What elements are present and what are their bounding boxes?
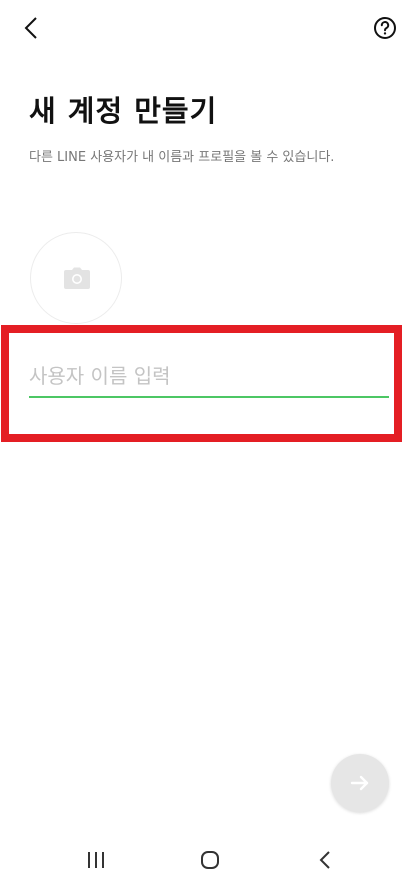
camera-icon [64, 267, 90, 289]
top-bar [0, 0, 417, 56]
back-icon [319, 851, 330, 869]
home-icon [201, 851, 219, 869]
profile-photo-button[interactable] [30, 232, 122, 324]
arrow-right-icon [350, 775, 369, 791]
system-nav-bar [0, 836, 417, 892]
system-back-button[interactable] [316, 850, 336, 870]
recent-apps-button[interactable] [86, 850, 106, 870]
chevron-left-icon [24, 17, 37, 39]
page-subtitle: 다른 LINE 사용자가 내 이름과 프로필을 볼 수 있습니다. [29, 150, 335, 165]
question-circle-icon [374, 17, 396, 39]
page-title: 새 계정 만들기 [29, 94, 218, 128]
recent-apps-icon [88, 852, 104, 868]
next-button[interactable] [331, 754, 389, 812]
home-button[interactable] [200, 850, 220, 870]
help-button[interactable] [371, 14, 399, 42]
back-button[interactable] [18, 14, 46, 42]
username-input[interactable] [29, 356, 389, 398]
